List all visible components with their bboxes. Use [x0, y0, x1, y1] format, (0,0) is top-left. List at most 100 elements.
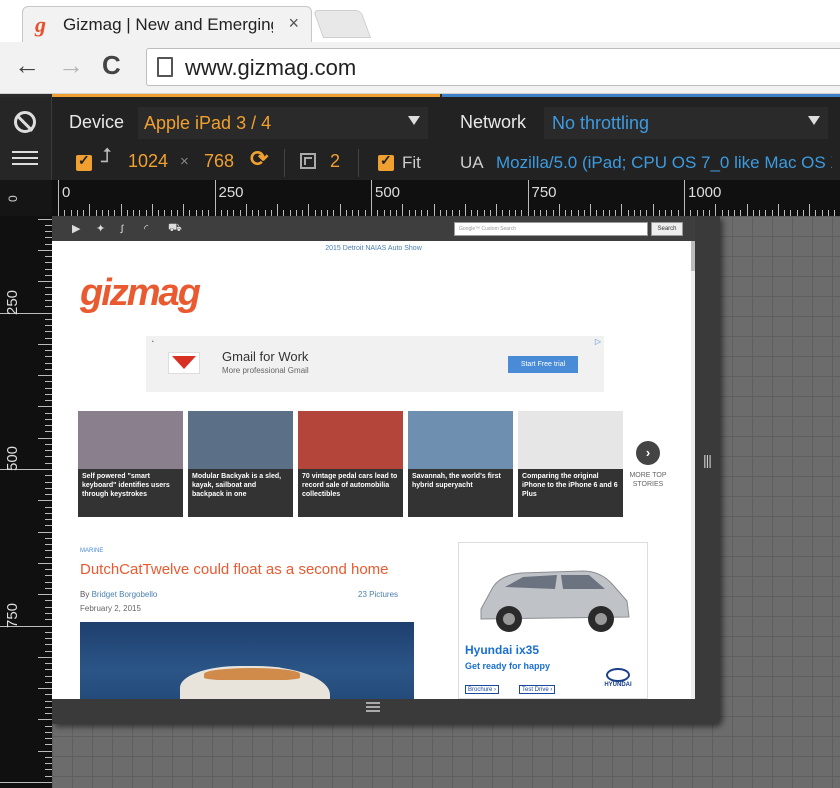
ruler-horizontal: 0 250 500 750 1000 [52, 180, 840, 216]
ruler-tick [339, 204, 341, 216]
ruler-tick [0, 782, 52, 783]
times-sign: × [180, 153, 189, 170]
address-bar[interactable]: www.gizmag.com [146, 48, 840, 86]
ruler-tick [809, 204, 811, 216]
story-card[interactable]: Self powered "smart keyboard" identifies… [78, 411, 183, 517]
story-card[interactable]: Comparing the original iPhone to the iPh… [518, 411, 623, 517]
swap-dimensions-icon[interactable]: ⮥ [100, 145, 112, 168]
page-scrollbar-thumb[interactable] [691, 241, 695, 271]
ruler-tick [38, 437, 52, 439]
ruler-tick [120, 204, 122, 216]
more-stories-link[interactable]: › MORE TOP STORIES [628, 441, 668, 489]
device-pixel-ratio-icon [300, 153, 316, 169]
page-icon [157, 57, 173, 77]
tab-gizmag[interactable]: g Gizmag | New and Emerging Technology N… [22, 6, 312, 42]
user-agent-input[interactable]: Mozilla/5.0 (iPad; CPU OS 7_0 like Mac O… [496, 153, 832, 173]
rss-icon[interactable]: ◜ [144, 222, 148, 235]
ruler-tick [45, 631, 52, 633]
device-pixel-ratio-input[interactable]: 2 [330, 151, 340, 172]
ruler-tick [45, 237, 52, 239]
story-card[interactable]: Modular Backyak is a sled, kayak, sailbo… [188, 411, 293, 517]
ruler-tick [45, 506, 52, 508]
fit-checkbox[interactable] [378, 152, 394, 171]
article-image[interactable] [80, 622, 414, 699]
youtube-icon[interactable]: ▶ [72, 222, 80, 235]
ruler-tick [45, 569, 52, 571]
ruler-tick [38, 375, 52, 377]
article-author[interactable]: Bridget Borgobello [92, 590, 158, 599]
back-arrow-icon[interactable]: ← [14, 52, 40, 78]
article-byline: By Bridget Borgobello [80, 590, 157, 599]
new-tab-button[interactable] [312, 10, 372, 38]
story-image [518, 411, 623, 469]
resolution-checkbox[interactable] [76, 152, 92, 171]
page-scrollbar[interactable] [691, 241, 695, 699]
test-drive-button[interactable]: Test Drive › [519, 685, 556, 694]
ruler-tick [45, 669, 52, 671]
ruler-tick [45, 287, 52, 289]
car-ad-title: Hyundai ix35 [465, 643, 540, 657]
url-text[interactable]: www.gizmag.com [185, 55, 356, 81]
ruler-label: 500 [4, 445, 21, 471]
disable-emulation-icon[interactable] [14, 111, 36, 133]
cart-icon[interactable]: ⛟ [168, 222, 182, 236]
rotate-icon[interactable]: ⟳ [250, 146, 268, 172]
ruler-tick [45, 418, 52, 420]
ruler-tick [45, 450, 52, 452]
ruler-tick [45, 274, 52, 276]
article-category[interactable]: MARINE [80, 548, 103, 554]
gmail-ad[interactable]: ◔ ▷ Gmail for Work More professional Gma… [146, 336, 604, 392]
ad-cta-button[interactable]: Start Free trial [508, 356, 578, 373]
ruler-corner: 0 [0, 180, 52, 216]
network-throttling-select[interactable]: No throttling [544, 107, 828, 139]
tab-close-icon[interactable]: × [288, 13, 299, 34]
device-select[interactable]: Apple iPad 3 / 4 [138, 107, 428, 139]
ruler-tick [45, 663, 52, 665]
emulation-settings-icon[interactable] [12, 151, 38, 169]
stumbleupon-icon[interactable]: ꭍ [120, 222, 124, 237]
byline-prefix: By [80, 590, 92, 599]
reload-icon[interactable]: C [102, 52, 121, 78]
network-label: Network [460, 112, 527, 132]
gizmag-logo[interactable]: gizmag [80, 272, 201, 315]
ruler-tick [558, 204, 560, 216]
ruler-tick [684, 180, 685, 216]
height-input[interactable]: 768 [204, 151, 234, 172]
hyundai-logo-text: HYUNDAI [604, 682, 632, 688]
chevron-down-icon [408, 116, 420, 125]
site-search-input[interactable]: Google™ Custom Search [454, 222, 648, 236]
ruler-tick [45, 456, 52, 458]
article-title[interactable]: DutchCatTwelve could float as a second h… [80, 561, 389, 578]
device-label: Device [69, 112, 125, 132]
article-pictures-link[interactable]: 23 Pictures [358, 590, 398, 599]
ruler-tick [151, 204, 153, 216]
story-card[interactable]: Savannah, the world's first hybrid super… [408, 411, 513, 517]
adchoices-icon[interactable]: ▷ [595, 337, 601, 346]
resize-handle-right[interactable]: ||| [703, 452, 712, 468]
hyundai-logo: HYUNDAI [599, 668, 637, 692]
ruler-tick [38, 281, 52, 283]
article-date: February 2, 2015 [80, 604, 141, 613]
ruler-tick [38, 562, 52, 564]
ad-info-icon[interactable]: ◔ [150, 339, 154, 346]
story-card[interactable]: 70 vintage pedal cars lead to record sal… [298, 411, 403, 517]
site-search-button[interactable]: Search [651, 222, 683, 236]
ruler-tick [45, 756, 52, 758]
device-section: Device Apple iPad 3 / 4 ⮥ 1024 × 768 ⟳ 2… [52, 94, 440, 180]
promo-link[interactable]: 2015 Detroit NAIAS Auto Show [52, 245, 695, 252]
ruler-tick [45, 262, 52, 264]
ruler-label: 0 [62, 184, 71, 201]
brochure-button[interactable]: Brochure › [465, 685, 500, 694]
width-input[interactable]: 1024 [128, 151, 168, 172]
forward-arrow-icon[interactable]: → [58, 52, 84, 78]
ruler-tick [45, 681, 52, 683]
ruler-tick [45, 243, 52, 245]
ruler-tick [245, 204, 247, 216]
hyundai-ad[interactable]: Hyundai ix35 Get ready for happy Brochur… [458, 542, 648, 699]
resize-handle-bottom[interactable] [366, 702, 380, 714]
story-caption: Savannah, the world's first hybrid super… [412, 473, 501, 489]
ruler-tick [45, 425, 52, 427]
ruler-tick [45, 525, 52, 527]
twitter-icon[interactable]: ✦ [96, 222, 105, 235]
ruler-tick [45, 713, 52, 715]
